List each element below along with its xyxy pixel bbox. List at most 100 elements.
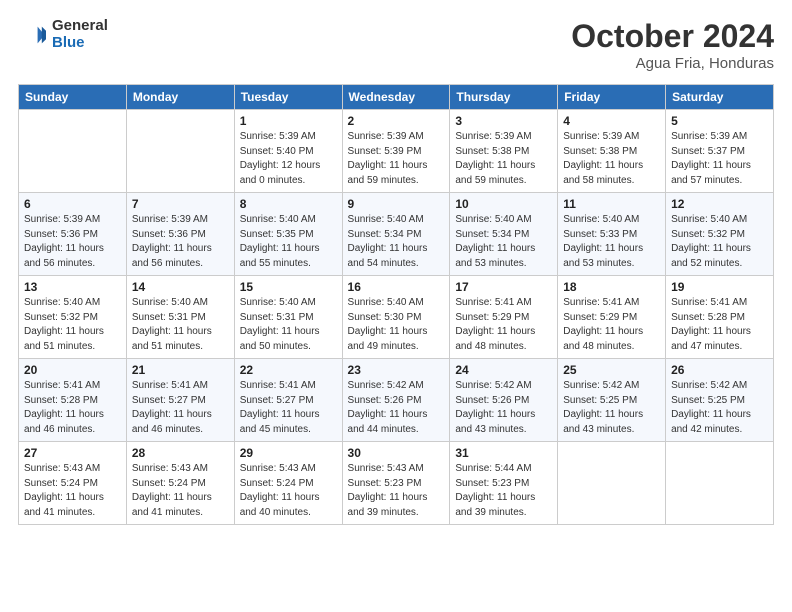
day-number: 28 (132, 446, 229, 460)
table-row: 12Sunrise: 5:40 AM Sunset: 5:32 PM Dayli… (666, 193, 774, 276)
day-number: 31 (455, 446, 552, 460)
col-wednesday: Wednesday (342, 85, 450, 110)
day-info: Sunrise: 5:39 AM Sunset: 5:37 PM Dayligh… (671, 130, 768, 188)
logo: General Blue (18, 18, 108, 51)
day-info: Sunrise: 5:44 AM Sunset: 5:23 PM Dayligh… (455, 462, 552, 520)
table-row: 19 Sunrise: 5:41 AM Sunset: 5:28 PM Dayli… (666, 276, 774, 359)
day-number: 2 (348, 114, 445, 128)
table-row: 22 Sunrise: 5:41 AM Sunset: 5:27 PM Dayli… (234, 359, 342, 442)
table-row: 25 Sunrise: 5:42 AM Sunset: 5:25 PM Dayli… (558, 359, 666, 442)
table-row: 1 Sunrise: 5:39 AM Sunset: 5:40 PM Daylig… (234, 110, 342, 193)
day-info: Sunrise: 5:40 AM Sunset: 5:34 PM Dayligh… (348, 213, 445, 271)
day-info: Sunrise: 5:42 AM Sunset: 5:26 PM Dayligh… (348, 379, 445, 437)
day-number: 10 (455, 197, 552, 211)
day-number: 29 (240, 446, 337, 460)
table-row: 30 Sunrise: 5:43 AM Sunset: 5:23 PM Dayli… (342, 442, 450, 525)
day-number: 6 (24, 197, 121, 211)
day-info: Sunrise: 5:40 AM Sunset: 5:32 PM Dayligh… (24, 296, 121, 354)
day-number: 18 (563, 280, 660, 294)
day-info: Sunrise: 5:39 AM Sunset: 5:36 PM Dayligh… (132, 213, 229, 271)
table-row: 29 Sunrise: 5:43 AM Sunset: 5:24 PM Dayli… (234, 442, 342, 525)
logo-text: General Blue (52, 18, 108, 51)
day-number: 25 (563, 363, 660, 377)
calendar-week-row: 6 Sunrise: 5:39 AM Sunset: 5:36 PM Daylig… (19, 193, 774, 276)
day-info: Sunrise: 5:40 AM Sunset: 5:30 PM Dayligh… (348, 296, 445, 354)
table-row: 10 Sunrise: 5:40 AM Sunset: 5:34 PM Dayli… (450, 193, 558, 276)
day-number: 24 (455, 363, 552, 377)
day-info: Sunrise: 5:43 AM Sunset: 5:23 PM Dayligh… (348, 462, 445, 520)
day-number: 1 (240, 114, 337, 128)
table-row: 9Sunrise: 5:40 AM Sunset: 5:34 PM Daylig… (342, 193, 450, 276)
day-info: Sunrise: 5:41 AM Sunset: 5:27 PM Dayligh… (240, 379, 337, 437)
table-row: 23Sunrise: 5:42 AM Sunset: 5:26 PM Dayli… (342, 359, 450, 442)
calendar: Sunday Monday Tuesday Wednesday Thursday… (18, 84, 774, 525)
day-info: Sunrise: 5:42 AM Sunset: 5:25 PM Dayligh… (563, 379, 660, 437)
day-number: 8 (240, 197, 337, 211)
table-row: 15Sunrise: 5:40 AM Sunset: 5:31 PM Dayli… (234, 276, 342, 359)
day-info: Sunrise: 5:39 AM Sunset: 5:39 PM Dayligh… (348, 130, 445, 188)
table-row: 7 Sunrise: 5:39 AM Sunset: 5:36 PM Daylig… (126, 193, 234, 276)
col-monday: Monday (126, 85, 234, 110)
table-row: 11 Sunrise: 5:40 AM Sunset: 5:33 PM Dayli… (558, 193, 666, 276)
day-number: 5 (671, 114, 768, 128)
day-info: Sunrise: 5:43 AM Sunset: 5:24 PM Dayligh… (240, 462, 337, 520)
day-number: 14 (132, 280, 229, 294)
day-number: 15 (240, 280, 337, 294)
day-info: Sunrise: 5:41 AM Sunset: 5:28 PM Dayligh… (24, 379, 121, 437)
table-row: 21Sunrise: 5:41 AM Sunset: 5:27 PM Dayli… (126, 359, 234, 442)
day-info: Sunrise: 5:40 AM Sunset: 5:31 PM Dayligh… (132, 296, 229, 354)
day-number: 12 (671, 197, 768, 211)
day-number: 19 (671, 280, 768, 294)
day-number: 20 (24, 363, 121, 377)
calendar-week-row: 27Sunrise: 5:43 AM Sunset: 5:24 PM Dayli… (19, 442, 774, 525)
table-row (126, 110, 234, 193)
day-info: Sunrise: 5:39 AM Sunset: 5:36 PM Dayligh… (24, 213, 121, 271)
calendar-week-row: 20 Sunrise: 5:41 AM Sunset: 5:28 PM Dayli… (19, 359, 774, 442)
day-info: Sunrise: 5:41 AM Sunset: 5:28 PM Dayligh… (671, 296, 768, 354)
day-info: Sunrise: 5:39 AM Sunset: 5:40 PM Dayligh… (240, 130, 337, 188)
table-row (558, 442, 666, 525)
day-info: Sunrise: 5:41 AM Sunset: 5:29 PM Dayligh… (455, 296, 552, 354)
day-info: Sunrise: 5:43 AM Sunset: 5:24 PM Dayligh… (132, 462, 229, 520)
calendar-week-row: 13Sunrise: 5:40 AM Sunset: 5:32 PM Dayli… (19, 276, 774, 359)
day-info: Sunrise: 5:39 AM Sunset: 5:38 PM Dayligh… (563, 130, 660, 188)
day-info: Sunrise: 5:40 AM Sunset: 5:33 PM Dayligh… (563, 213, 660, 271)
table-row: 27Sunrise: 5:43 AM Sunset: 5:24 PM Dayli… (19, 442, 127, 525)
logo-icon (18, 21, 46, 49)
day-info: Sunrise: 5:40 AM Sunset: 5:34 PM Dayligh… (455, 213, 552, 271)
table-row: 17Sunrise: 5:41 AM Sunset: 5:29 PM Dayli… (450, 276, 558, 359)
day-info: Sunrise: 5:41 AM Sunset: 5:29 PM Dayligh… (563, 296, 660, 354)
table-row (19, 110, 127, 193)
day-number: 22 (240, 363, 337, 377)
table-row (666, 442, 774, 525)
day-info: Sunrise: 5:42 AM Sunset: 5:25 PM Dayligh… (671, 379, 768, 437)
table-row: 13Sunrise: 5:40 AM Sunset: 5:32 PM Dayli… (19, 276, 127, 359)
location: Agua Fria, Honduras (571, 55, 774, 72)
table-row: 14 Sunrise: 5:40 AM Sunset: 5:31 PM Dayli… (126, 276, 234, 359)
col-sunday: Sunday (19, 85, 127, 110)
table-row: 18 Sunrise: 5:41 AM Sunset: 5:29 PM Dayli… (558, 276, 666, 359)
table-row: 24Sunrise: 5:42 AM Sunset: 5:26 PM Dayli… (450, 359, 558, 442)
table-row: 5 Sunrise: 5:39 AM Sunset: 5:37 PM Daylig… (666, 110, 774, 193)
day-number: 30 (348, 446, 445, 460)
col-tuesday: Tuesday (234, 85, 342, 110)
day-number: 16 (348, 280, 445, 294)
day-number: 26 (671, 363, 768, 377)
col-thursday: Thursday (450, 85, 558, 110)
calendar-header-row: Sunday Monday Tuesday Wednesday Thursday… (19, 85, 774, 110)
day-number: 7 (132, 197, 229, 211)
logo-general: General (52, 18, 108, 35)
table-row: 20 Sunrise: 5:41 AM Sunset: 5:28 PM Dayli… (19, 359, 127, 442)
page: General Blue October 2024 Agua Fria, Hon… (0, 0, 792, 612)
table-row: 6 Sunrise: 5:39 AM Sunset: 5:36 PM Daylig… (19, 193, 127, 276)
table-row: 26 Sunrise: 5:42 AM Sunset: 5:25 PM Dayli… (666, 359, 774, 442)
table-row: 2 Sunrise: 5:39 AM Sunset: 5:39 PM Daylig… (342, 110, 450, 193)
table-row: 31 Sunrise: 5:44 AM Sunset: 5:23 PM Dayli… (450, 442, 558, 525)
title-area: October 2024 Agua Fria, Honduras (571, 18, 774, 72)
day-number: 11 (563, 197, 660, 211)
day-info: Sunrise: 5:39 AM Sunset: 5:38 PM Dayligh… (455, 130, 552, 188)
table-row: 28 Sunrise: 5:43 AM Sunset: 5:24 PM Dayli… (126, 442, 234, 525)
col-friday: Friday (558, 85, 666, 110)
table-row: 16 Sunrise: 5:40 AM Sunset: 5:30 PM Dayli… (342, 276, 450, 359)
logo-blue: Blue (52, 35, 108, 52)
